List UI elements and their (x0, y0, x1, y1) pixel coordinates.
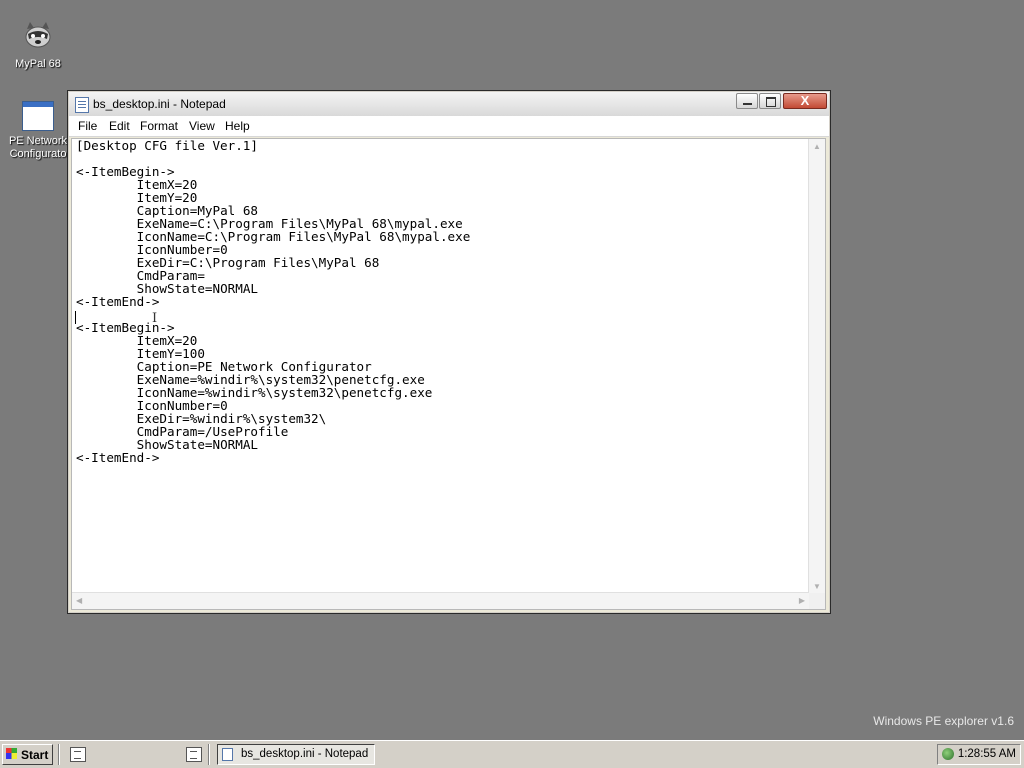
vertical-scrollbar[interactable]: ▲ ▼ (808, 139, 825, 593)
task-button-notepad[interactable]: bs_desktop.ini - Notepad (217, 744, 375, 765)
scroll-right-icon[interactable]: ▶ (799, 596, 805, 605)
taskbar-separator (58, 744, 60, 765)
scroll-left-icon[interactable]: ◀ (76, 596, 82, 605)
menu-help[interactable]: Help (225, 119, 250, 133)
desktop-icon-label: PE Network Configurato (8, 135, 68, 160)
menu-format[interactable]: Format (140, 119, 178, 133)
start-label: Start (21, 748, 49, 762)
notepad-icon (75, 97, 89, 113)
window-title: bs_desktop.ini - Notepad (93, 97, 226, 111)
task-label: bs_desktop.ini - Notepad (241, 748, 369, 760)
menu-bar: File Edit Format View Help (69, 116, 829, 137)
text-caret (75, 311, 76, 324)
taskbar: Start bs_desktop.ini - Notepad 1:28:55 A… (0, 740, 1024, 768)
start-button[interactable]: Start (2, 744, 53, 765)
resize-grip-icon[interactable] (809, 593, 825, 609)
horizontal-scrollbar[interactable]: ◀ ▶ (72, 592, 809, 609)
taskbar-separator (208, 744, 210, 765)
notepad-window: bs_desktop.ini - Notepad X File Edit For… (67, 90, 831, 614)
window-app-icon (22, 101, 54, 131)
close-icon: X (800, 93, 810, 108)
system-tray: 1:28:55 AM (937, 744, 1021, 765)
desktop-icon-pe-network[interactable]: PE Network Configurato (0, 101, 76, 161)
desktop-icon-label: MyPal 68 (15, 58, 61, 70)
text-editor[interactable]: [Desktop CFG file Ver.1] <-ItemBegin-> I… (71, 138, 826, 610)
windows-flag-icon (6, 748, 17, 759)
close-button[interactable]: X (783, 93, 827, 109)
menu-view[interactable]: View (189, 119, 215, 133)
scroll-up-icon[interactable]: ▲ (813, 142, 821, 151)
ibeam-cursor-icon: I (152, 311, 158, 326)
minimize-button[interactable] (736, 93, 758, 109)
desktop-icon-mypal[interactable]: MyPal 68 (0, 19, 76, 71)
title-bar[interactable]: bs_desktop.ini - Notepad X (69, 92, 829, 116)
quicklaunch-notepad-icon[interactable] (186, 747, 202, 762)
editor-content[interactable]: [Desktop CFG file Ver.1] <-ItemBegin-> I… (76, 139, 807, 593)
version-watermark: Windows PE explorer v1.6 (873, 714, 1014, 728)
restore-button[interactable] (759, 93, 781, 109)
menu-file[interactable]: File (78, 119, 97, 133)
quicklaunch-notepad-icon[interactable] (70, 747, 86, 762)
menu-edit[interactable]: Edit (109, 119, 130, 133)
notepad-icon (222, 748, 233, 761)
raccoon-icon (25, 22, 51, 48)
scroll-down-icon[interactable]: ▼ (813, 582, 821, 591)
clock[interactable]: 1:28:55 AM (958, 748, 1016, 760)
network-icon[interactable] (942, 748, 954, 760)
